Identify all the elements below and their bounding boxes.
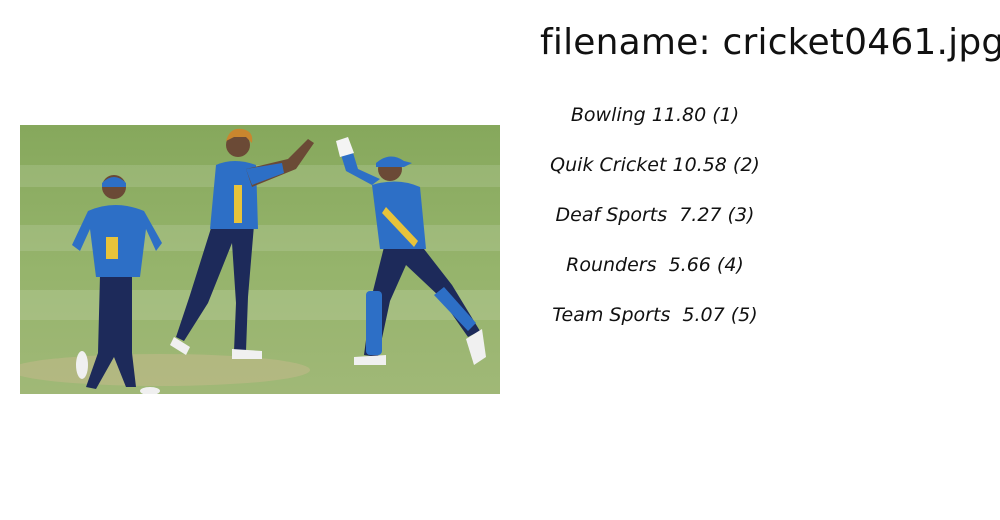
- prediction-item: Deaf Sports 7.27 (3): [555, 204, 755, 226]
- prediction-item: Quik Cricket 10.58 (2): [550, 154, 760, 176]
- prediction-item: Team Sports 5.07 (5): [552, 304, 758, 326]
- cricket-players-photo: [20, 125, 500, 394]
- prediction-item: Rounders 5.66 (4): [566, 254, 744, 276]
- filename-label: filename: cricket0461.jpg: [540, 22, 1000, 63]
- prediction-item: Bowling 11.80 (1): [570, 104, 740, 126]
- prediction-list: Bowling 11.80 (1) Quik Cricket 10.58 (2)…: [520, 100, 790, 350]
